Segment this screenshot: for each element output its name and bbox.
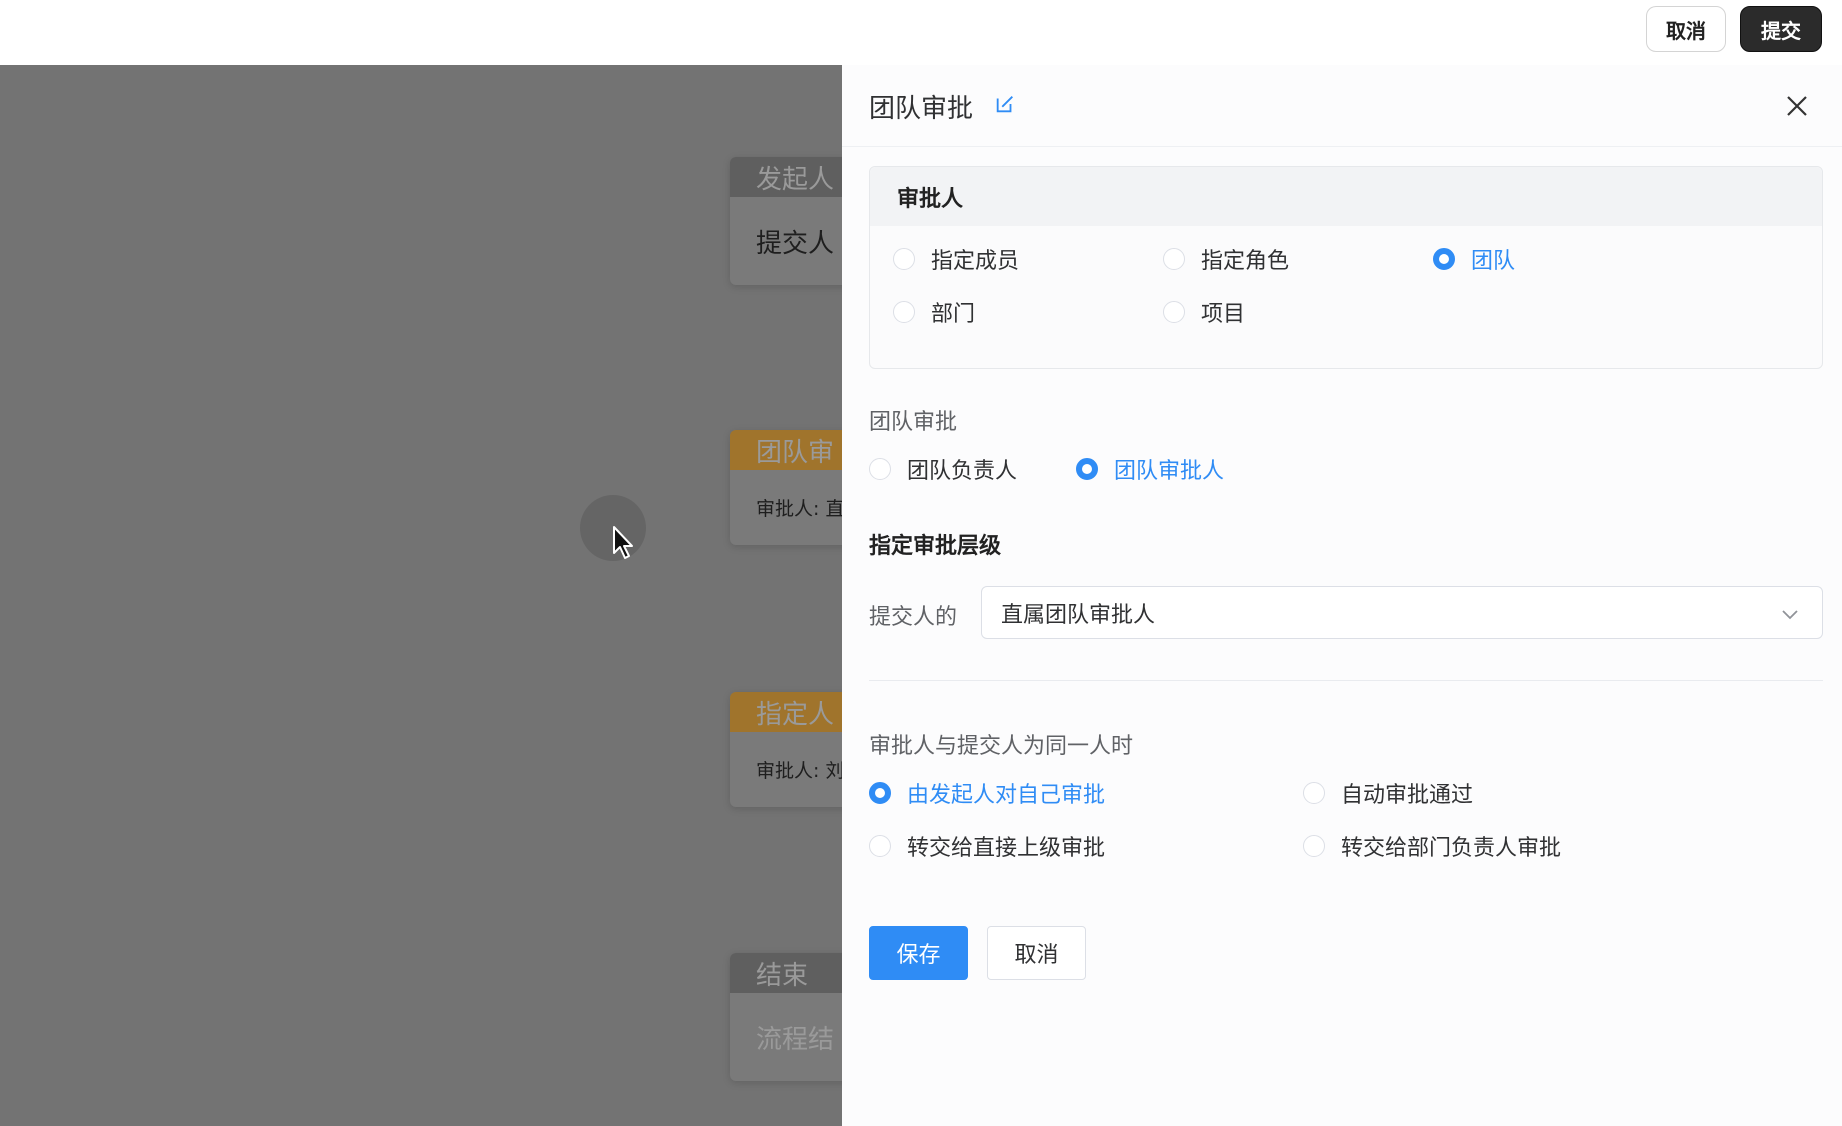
radio-label: 团队 bbox=[1471, 249, 1516, 274]
approver-type-card: 审批人 指定成员 指定角色 团队 部门 项目 bbox=[869, 166, 1823, 369]
select-value: 直属团队审批人 bbox=[1001, 602, 1156, 628]
flow-node-body: 审批人: 直 bbox=[756, 498, 842, 520]
radio-department[interactable]: 部门 bbox=[893, 296, 975, 328]
radio-circle-icon bbox=[1163, 248, 1185, 270]
top-submit-button[interactable]: 提交 bbox=[1740, 6, 1822, 52]
mouse-cursor-icon bbox=[613, 526, 633, 559]
radio-team[interactable]: 团队 bbox=[1433, 243, 1515, 275]
flow-node-body: 提交人 bbox=[756, 228, 835, 259]
approval-level-heading: 指定审批层级 bbox=[869, 534, 1002, 559]
radio-circle-icon bbox=[1433, 248, 1455, 270]
radio-circle-icon bbox=[1303, 782, 1325, 804]
radio-designated-role[interactable]: 指定角色 bbox=[1163, 243, 1289, 275]
approval-level-select[interactable]: 直属团队审批人 bbox=[981, 586, 1823, 639]
radio-circle-icon bbox=[1076, 458, 1098, 480]
radio-circle-icon bbox=[869, 835, 891, 857]
radio-team-leader[interactable]: 团队负责人 bbox=[869, 453, 1017, 485]
radio-circle-icon bbox=[869, 782, 891, 804]
flow-canvas-overlay[interactable]: 发起人 提交人 团队审 审批人: 直 指定人 审批人: 刘 结束 流程结 bbox=[0, 65, 842, 1126]
radio-self-approve[interactable]: 由发起人对自己审批 bbox=[869, 777, 1105, 809]
save-button[interactable]: 保存 bbox=[869, 926, 968, 980]
radio-designated-member[interactable]: 指定成员 bbox=[893, 243, 1019, 275]
radio-circle-icon bbox=[893, 301, 915, 323]
flow-node-title: 结束 bbox=[730, 953, 842, 993]
radio-team-approver[interactable]: 团队审批人 bbox=[1076, 453, 1224, 485]
radio-transfer-direct-superior[interactable]: 转交给直接上级审批 bbox=[869, 830, 1105, 862]
radio-label: 指定角色 bbox=[1201, 249, 1290, 274]
team-approval-label: 团队审批 bbox=[869, 410, 958, 435]
flow-node-body: 审批人: 刘 bbox=[756, 760, 842, 782]
radio-label: 项目 bbox=[1201, 302, 1246, 327]
flow-node-title: 指定人 bbox=[730, 692, 842, 732]
close-icon[interactable] bbox=[1782, 91, 1812, 121]
radio-label: 指定成员 bbox=[931, 249, 1020, 274]
approval-settings-drawer: 团队审批 审批人 指定成员 指定角色 团队 部门 项目 团队审批 团队负责人 团… bbox=[842, 65, 1842, 1126]
radio-label: 团队负责人 bbox=[907, 459, 1018, 484]
radio-circle-icon bbox=[1163, 301, 1185, 323]
approver-card-heading: 审批人 bbox=[870, 167, 1822, 226]
radio-circle-icon bbox=[869, 458, 891, 480]
flow-node-assigned[interactable]: 指定人 审批人: 刘 bbox=[730, 692, 842, 807]
cancel-button[interactable]: 取消 bbox=[987, 926, 1086, 980]
radio-auto-approve[interactable]: 自动审批通过 bbox=[1303, 777, 1473, 809]
submitter-prefix-label: 提交人的 bbox=[869, 605, 958, 630]
top-cancel-button[interactable]: 取消 bbox=[1646, 6, 1726, 52]
edit-icon[interactable] bbox=[994, 93, 1016, 115]
drawer-title: 团队审批 bbox=[869, 94, 974, 124]
flow-node-title: 团队审 bbox=[730, 430, 842, 470]
radio-circle-icon bbox=[893, 248, 915, 270]
drawer-header: 团队审批 bbox=[842, 65, 1842, 147]
radio-label: 转交给部门负责人审批 bbox=[1341, 836, 1562, 861]
radio-label: 团队审批人 bbox=[1114, 459, 1225, 484]
radio-label: 转交给直接上级审批 bbox=[907, 836, 1106, 861]
radio-label: 部门 bbox=[931, 302, 976, 327]
flow-node-title: 发起人 bbox=[730, 157, 842, 197]
section-divider bbox=[869, 680, 1823, 681]
radio-transfer-department-head[interactable]: 转交给部门负责人审批 bbox=[1303, 830, 1561, 862]
chevron-down-icon bbox=[1782, 610, 1798, 620]
flow-node-start[interactable]: 发起人 提交人 bbox=[730, 157, 842, 285]
flow-node-body: 流程结 bbox=[756, 1024, 835, 1055]
radio-label: 由发起人对自己审批 bbox=[907, 783, 1106, 808]
flow-node-end[interactable]: 结束 流程结 bbox=[730, 953, 842, 1081]
radio-circle-icon bbox=[1303, 835, 1325, 857]
same-person-label: 审批人与提交人为同一人时 bbox=[869, 734, 1134, 759]
top-bar: 取消 提交 bbox=[0, 0, 1842, 65]
radio-project[interactable]: 项目 bbox=[1163, 296, 1245, 328]
radio-label: 自动审批通过 bbox=[1341, 783, 1474, 808]
flow-node-team-approval[interactable]: 团队审 审批人: 直 bbox=[730, 430, 842, 545]
